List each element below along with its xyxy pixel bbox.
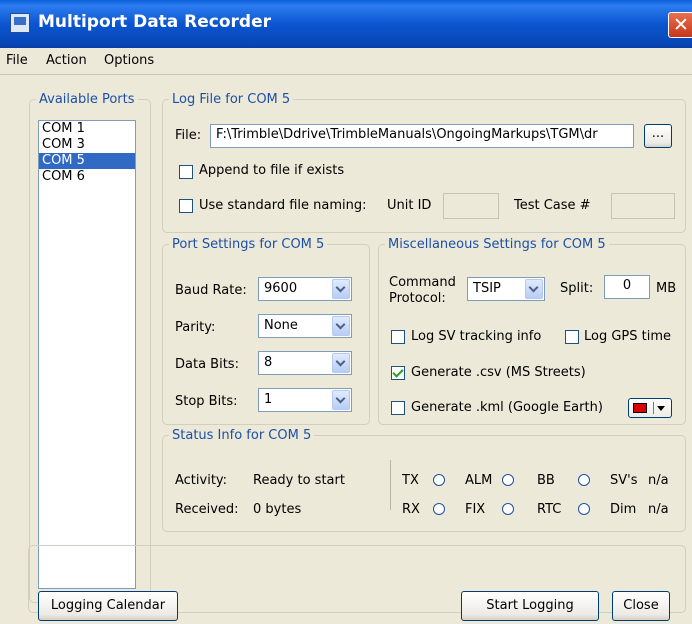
data-bits-select[interactable]: 8 (258, 351, 352, 375)
title-bar[interactable]: Multiport Data Recorder ✕ (0, 0, 692, 48)
bb-indicator-icon (578, 474, 590, 486)
chevron-down-icon[interactable] (332, 316, 350, 336)
status-info-legend: Status Info for COM 5 (172, 428, 312, 443)
file-path-input[interactable]: F:\Trimble\Ddrive\TrimbleManuals\Ongoing… (210, 124, 634, 148)
unit-id-input[interactable] (443, 193, 499, 219)
rx-indicator-icon (433, 503, 445, 515)
dim-value: n/a (648, 502, 669, 517)
protocol-select[interactable]: TSIP (467, 277, 545, 301)
chevron-down-icon[interactable] (525, 279, 543, 299)
log-gps-checkbox[interactable] (565, 330, 579, 344)
menu-action[interactable]: Action (46, 53, 87, 68)
split-label: Split: (560, 281, 594, 296)
port-settings-legend: Port Settings for COM 5 (172, 237, 325, 252)
protocol-value: TSIP (473, 281, 501, 296)
baud-rate-value: 9600 (264, 281, 298, 296)
available-ports-legend: Available Ports (39, 92, 135, 107)
log-file-legend: Log File for COM 5 (172, 92, 291, 107)
port-item-com6[interactable]: COM 6 (39, 169, 135, 185)
menu-options[interactable]: Options (104, 53, 154, 68)
close-button[interactable]: Close (612, 591, 670, 621)
log-sv-checkbox[interactable] (391, 330, 405, 344)
chevron-down-icon[interactable] (332, 279, 350, 299)
dim-label: Dim (610, 502, 637, 517)
app-icon (10, 13, 30, 33)
file-label: File: (175, 128, 202, 143)
window-title: Multiport Data Recorder (38, 12, 272, 32)
kml-label: Generate .kml (Google Earth) (411, 400, 603, 415)
kml-color-picker[interactable] (628, 398, 672, 418)
activity-label: Activity: (175, 473, 228, 488)
received-value: 0 bytes (253, 502, 302, 517)
baud-rate-select[interactable]: 9600 (258, 277, 352, 301)
port-item-com3[interactable]: COM 3 (39, 137, 135, 153)
parity-select[interactable]: None (258, 314, 352, 338)
chevron-down-icon[interactable] (332, 353, 350, 373)
standard-naming-checkbox[interactable] (179, 199, 193, 213)
menu-file[interactable]: File (6, 53, 28, 68)
standard-naming-label: Use standard file naming: (199, 198, 367, 213)
rx-label: RX (402, 502, 420, 517)
menu-bar: File Action Options (0, 48, 692, 74)
unit-id-label: Unit ID (387, 198, 432, 213)
fix-label: FIX (465, 502, 486, 517)
append-checkbox[interactable] (179, 165, 193, 179)
test-case-input[interactable] (611, 193, 675, 219)
port-item-com1[interactable]: COM 1 (39, 121, 135, 137)
rtc-label: RTC (537, 502, 562, 517)
chevron-down-icon[interactable] (332, 390, 350, 410)
alm-indicator-icon (502, 474, 514, 486)
svs-value: n/a (648, 473, 669, 488)
window-close-button[interactable]: ✕ (668, 12, 692, 38)
color-swatch (633, 403, 647, 413)
log-gps-label: Log GPS time (584, 329, 672, 344)
port-item-com5[interactable]: COM 5 (39, 153, 135, 169)
test-case-label: Test Case # (514, 198, 591, 213)
log-sv-label: Log SV tracking info (411, 329, 542, 344)
browse-button[interactable]: ... (644, 124, 672, 148)
alm-label: ALM (465, 473, 493, 488)
csv-label: Generate .csv (MS Streets) (411, 365, 586, 380)
tx-label: TX (402, 473, 419, 488)
rtc-indicator-icon (578, 503, 590, 515)
data-bits-label: Data Bits: (175, 357, 239, 372)
stop-bits-value: 1 (264, 392, 273, 407)
kml-checkbox[interactable] (391, 401, 405, 415)
parity-label: Parity: (175, 320, 216, 335)
dropdown-arrow-icon (657, 406, 665, 411)
ports-listbox[interactable]: COM 1 COM 3 COM 5 COM 6 (38, 120, 136, 589)
status-info-group: Status Info for COM 5 (162, 428, 686, 532)
fix-indicator-icon (502, 503, 514, 515)
activity-value: Ready to start (253, 473, 345, 488)
csv-checkbox[interactable] (391, 366, 405, 380)
stop-bits-label: Stop Bits: (175, 394, 238, 409)
split-unit: MB (656, 281, 677, 296)
divider (653, 402, 654, 414)
command-protocol-label-1: Command (389, 275, 456, 290)
status-separator (390, 460, 391, 510)
start-logging-button[interactable]: Start Logging (461, 591, 599, 621)
received-label: Received: (175, 502, 239, 517)
misc-settings-legend: Miscellaneous Settings for COM 5 (388, 237, 606, 252)
stop-bits-select[interactable]: 1 (258, 388, 352, 412)
parity-value: None (264, 318, 298, 333)
bb-label: BB (537, 473, 555, 488)
svs-label: SV's (610, 473, 638, 488)
command-protocol-label-2: Protocol: (389, 291, 446, 306)
baud-rate-label: Baud Rate: (175, 283, 247, 298)
data-bits-value: 8 (264, 355, 273, 370)
logging-calendar-button[interactable]: Logging Calendar (38, 591, 178, 621)
append-label: Append to file if exists (199, 163, 345, 178)
split-input[interactable]: 0 (604, 275, 650, 299)
tx-indicator-icon (433, 474, 445, 486)
